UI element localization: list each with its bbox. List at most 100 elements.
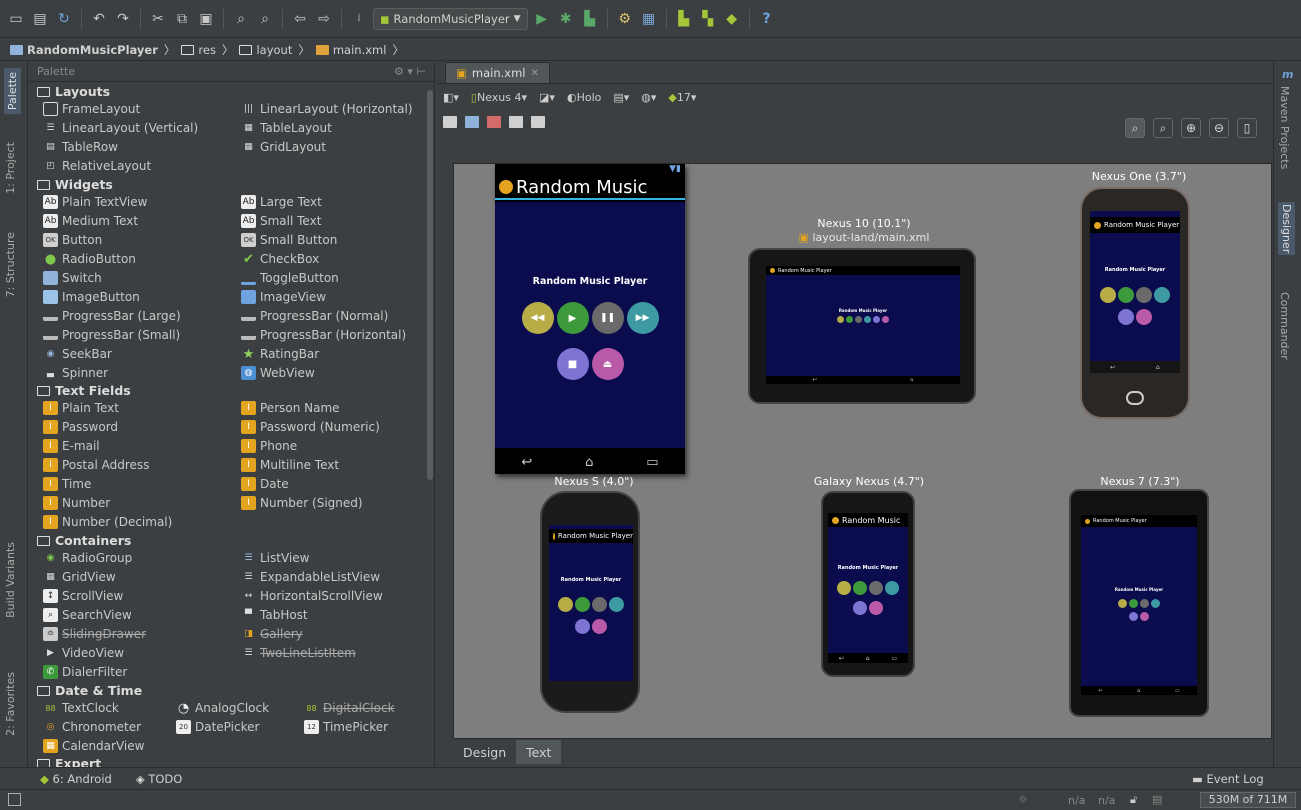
- gradle-sync-icon[interactable]: ▚: [698, 9, 718, 29]
- preview-canvas[interactable]: ▼▮ Random Music Random Music Player ◀◀ ▶…: [453, 163, 1272, 739]
- theme-select[interactable]: ◐Holo: [567, 91, 601, 104]
- palette-item-timepicker[interactable]: 12 TimePicker: [304, 720, 388, 734]
- tab-structure[interactable]: 7: Structure: [4, 232, 17, 297]
- palette-item-number-decimal[interactable]: I Number (Decimal): [43, 515, 172, 529]
- palette-item-password[interactable]: I Password: [43, 420, 118, 434]
- tab-favorites[interactable]: 2: Favorites: [4, 672, 17, 736]
- palette-item-linearlayout-v[interactable]: ☰ LinearLayout (Vertical): [43, 121, 198, 135]
- android-device-monitor-icon[interactable]: ◆: [722, 9, 742, 29]
- tab-main-xml[interactable]: ▣ main.xml ✕: [445, 62, 550, 83]
- redo-icon[interactable]: ↷: [113, 9, 133, 29]
- palette-item-slidingdrawer[interactable]: ≏ SlidingDrawer: [43, 627, 146, 641]
- palette-item-email[interactable]: I E-mail: [43, 439, 100, 453]
- palette-item-medium-text[interactable]: Ab Medium Text: [43, 214, 138, 228]
- category-expert[interactable]: Expert: [37, 756, 101, 767]
- list-icon[interactable]: [443, 116, 457, 128]
- api-select[interactable]: ◆17▾: [668, 91, 696, 104]
- avd-manager-icon[interactable]: ▙: [674, 9, 694, 29]
- close-icon[interactable]: ✕: [530, 68, 538, 79]
- copy-icon[interactable]: ⧉: [172, 9, 192, 29]
- palette-item-ratingbar[interactable]: ★ RatingBar: [241, 347, 320, 362]
- palette-item-datepicker[interactable]: 20 DatePicker: [176, 720, 259, 734]
- clip-icon[interactable]: [487, 116, 501, 128]
- project-structure-icon[interactable]: ⚙: [615, 9, 635, 29]
- category-containers[interactable]: Containers: [37, 533, 131, 548]
- palette-item-tablelayout[interactable]: ▦ TableLayout: [241, 121, 332, 135]
- palette-item-large-text[interactable]: Ab Large Text: [241, 195, 322, 209]
- palette-item-person-name[interactable]: I Person Name: [241, 401, 340, 415]
- palette-item-listview[interactable]: ☰ ListView: [241, 551, 309, 565]
- zoom-actual-icon[interactable]: ⌕: [1153, 118, 1173, 138]
- paste-icon[interactable]: ▣: [196, 9, 216, 29]
- toggle-tool-windows-icon[interactable]: [8, 793, 21, 806]
- palette-item-number-signed[interactable]: I Number (Signed): [241, 496, 363, 510]
- palette-item-small-button[interactable]: OK Small Button: [241, 233, 337, 247]
- make-project-icon[interactable]: ⁞: [349, 9, 369, 29]
- attach-debugger-icon[interactable]: ▙: [580, 9, 600, 29]
- cut-icon[interactable]: ✂: [148, 9, 168, 29]
- inspector-icon[interactable]: ▤: [1152, 793, 1162, 806]
- palette-item-gridview[interactable]: ▦ GridView: [43, 570, 115, 584]
- palette-item-gallery[interactable]: ◨ Gallery: [241, 627, 303, 641]
- rewind-button[interactable]: ◀◀: [521, 302, 554, 334]
- tab-build-variants[interactable]: Build Variants: [4, 542, 17, 618]
- palette-item-chronometer[interactable]: ◎ Chronometer: [43, 720, 141, 734]
- forward-icon[interactable]: ⇨: [314, 9, 334, 29]
- breadcrumb-res[interactable]: res: [181, 43, 216, 57]
- palette-item-tablerow[interactable]: ▤ TableRow: [43, 140, 118, 154]
- palette-item-searchview[interactable]: ⌕ SearchView: [43, 608, 132, 622]
- palette-scrollbar[interactable]: [427, 90, 433, 480]
- palette-item-relativelayout[interactable]: ◰ RelativeLayout: [43, 159, 151, 173]
- palette-item-checkbox[interactable]: ✔ CheckBox: [241, 252, 319, 267]
- palette-item-seekbar[interactable]: ◉ SeekBar: [43, 347, 112, 361]
- palette-item-scrollview[interactable]: ↕ ScrollView: [43, 589, 123, 603]
- tab-design[interactable]: Design: [453, 740, 516, 764]
- palette-item-time[interactable]: I Time: [43, 477, 91, 491]
- palette-item-progressbar-small[interactable]: ProgressBar (Small): [43, 328, 180, 342]
- palette-item-radiobutton[interactable]: ● RadioButton: [43, 252, 136, 267]
- palette-item-webview[interactable]: ◍ WebView: [241, 366, 315, 380]
- tab-designer[interactable]: Designer: [1278, 202, 1295, 256]
- tab-text[interactable]: Text: [516, 740, 562, 764]
- palette-item-multiline-text[interactable]: I Multiline Text: [241, 458, 339, 472]
- pause-button[interactable]: ❚❚: [591, 302, 624, 334]
- main-device-preview[interactable]: ▼▮ Random Music Random Music Player ◀◀ ▶…: [495, 164, 685, 474]
- zoom-out-icon[interactable]: ⊖: [1209, 118, 1229, 138]
- category-layouts[interactable]: Layouts: [37, 84, 110, 99]
- preview-all-icon[interactable]: [465, 116, 479, 128]
- palette-item-gridlayout[interactable]: ▦ GridLayout: [241, 140, 326, 154]
- back-icon[interactable]: ⇦: [290, 9, 310, 29]
- run-config-select[interactable]: ◼ RandomMusicPlayer ▼: [373, 7, 528, 30]
- palette-item-dialerfilter[interactable]: ✆ DialerFilter: [43, 665, 127, 679]
- sdk-manager-icon[interactable]: ▦: [639, 9, 659, 29]
- run-icon[interactable]: ▶: [532, 9, 552, 29]
- tab-maven-projects[interactable]: Maven Projects: [1278, 86, 1291, 169]
- open-folder-icon[interactable]: ▭: [6, 9, 26, 29]
- palette-item-postal-address[interactable]: I Postal Address: [43, 458, 149, 472]
- find-icon[interactable]: ⌕: [231, 9, 251, 29]
- play-button[interactable]: ▶: [556, 302, 589, 334]
- eject-button[interactable]: ⏏: [591, 348, 624, 380]
- palette-item-progressbar-horizontal[interactable]: ProgressBar (Horizontal): [241, 328, 406, 342]
- palette-item-progressbar-normal[interactable]: ProgressBar (Normal): [241, 309, 388, 323]
- palette-item-spinner[interactable]: ▃ Spinner: [43, 366, 108, 380]
- palette-item-phone[interactable]: I Phone: [241, 439, 297, 453]
- palette-item-password-numeric[interactable]: I Password (Numeric): [241, 420, 380, 434]
- palette-item-button[interactable]: OK Button: [43, 233, 102, 247]
- palette-item-horizontalscrollview[interactable]: ↔ HorizontalScrollView: [241, 589, 383, 603]
- expand-vertical-icon[interactable]: [531, 116, 545, 128]
- refresh-icon[interactable]: ▯: [1237, 118, 1257, 138]
- device-select[interactable]: ▯Nexus 4▾: [471, 91, 527, 104]
- palette-item-radiogroup[interactable]: ◉ RadioGroup: [43, 551, 133, 565]
- breadcrumb-layout[interactable]: layout: [239, 43, 292, 57]
- orientation-icon[interactable]: ◪▾: [539, 91, 555, 104]
- nexus7-preview[interactable]: Random Music Player Random Music Player …: [1069, 489, 1209, 717]
- breadcrumb-project[interactable]: RandomMusicPlayer: [10, 43, 158, 57]
- android-tool-button[interactable]: ◆ 6: Android: [40, 772, 112, 786]
- galaxy-nexus-preview[interactable]: Random Music Random Music Player ↩ ⌂ ▭: [821, 491, 915, 677]
- category-text-fields[interactable]: Text Fields: [37, 383, 131, 398]
- tab-commander[interactable]: Commander: [1278, 292, 1291, 360]
- tab-project[interactable]: 1: Project: [4, 142, 17, 194]
- palette-item-togglebutton[interactable]: ToggleButton: [241, 271, 339, 285]
- todo-tool-button[interactable]: ◈ TODO: [136, 772, 183, 786]
